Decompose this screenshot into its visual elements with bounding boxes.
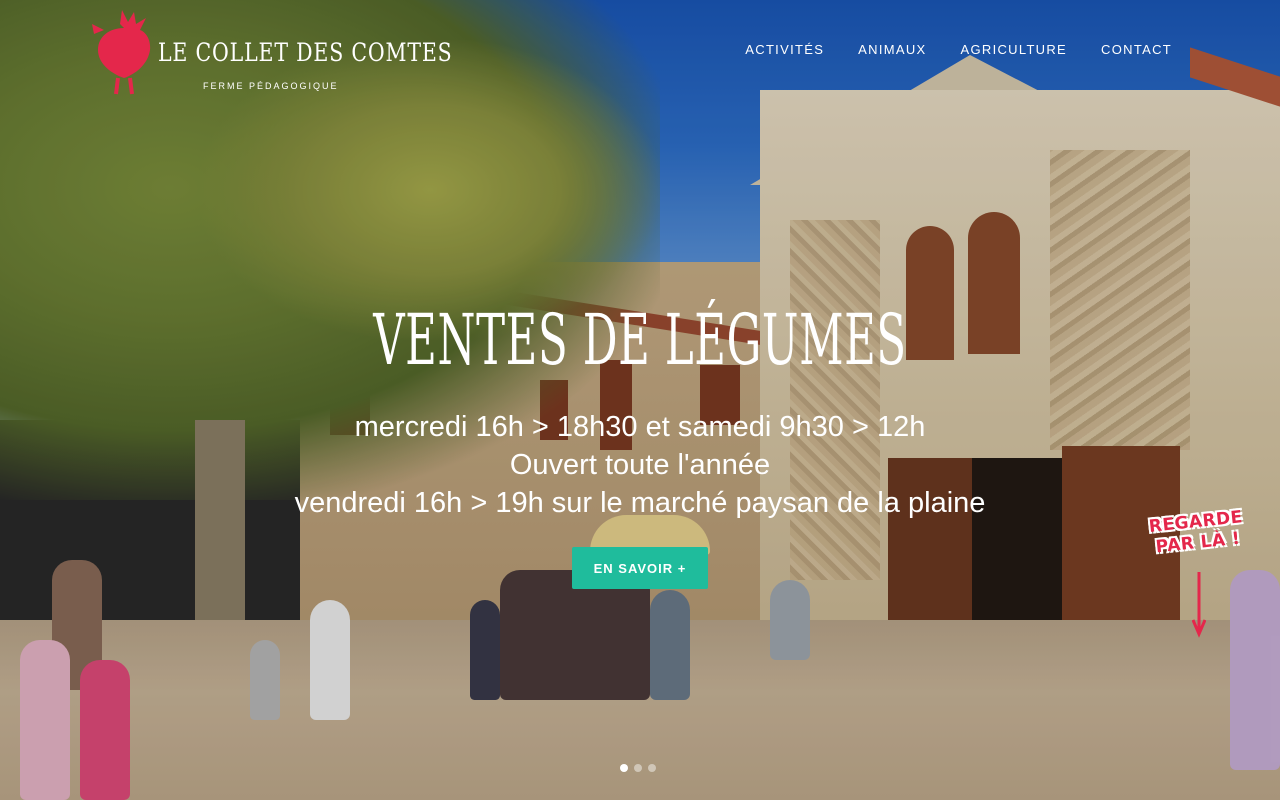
hero-title: Ventes de légumes (373, 299, 907, 381)
photo-overlay (0, 0, 1280, 800)
site-logo[interactable]: Le Collet des Comtes FERME PÉDAGOGIQUE (88, 4, 452, 96)
main-nav: ACTIVITÉS ANIMAUX AGRICULTURE CONTACT (745, 42, 1172, 57)
nav-item-activites[interactable]: ACTIVITÉS (745, 42, 824, 57)
slider-dot[interactable] (648, 764, 656, 772)
slider-dot[interactable] (620, 764, 628, 772)
slider-dot[interactable] (634, 764, 642, 772)
logo-title: Le Collet des Comtes (158, 38, 453, 67)
logo-subtitle: FERME PÉDAGOGIQUE (203, 81, 339, 91)
nav-item-agriculture[interactable]: AGRICULTURE (961, 42, 1068, 57)
hero-open-line: Ouvert toute l'année (509, 449, 771, 481)
nav-item-contact[interactable]: CONTACT (1101, 42, 1172, 57)
hero-market-line: vendredi 16h > 19h sur le marché paysan … (294, 487, 986, 519)
hero-schedule-line: mercredi 16h > 18h30 et samedi 9h30 > 12… (354, 411, 926, 443)
slider-dots (620, 764, 656, 772)
arrow-down-icon (1192, 572, 1206, 638)
learn-more-button[interactable]: EN SAVOIR + (572, 547, 708, 589)
rooster-logo-icon (92, 10, 151, 95)
hero-background-photo (0, 0, 1280, 800)
nav-item-animaux[interactable]: ANIMAUX (858, 42, 926, 57)
